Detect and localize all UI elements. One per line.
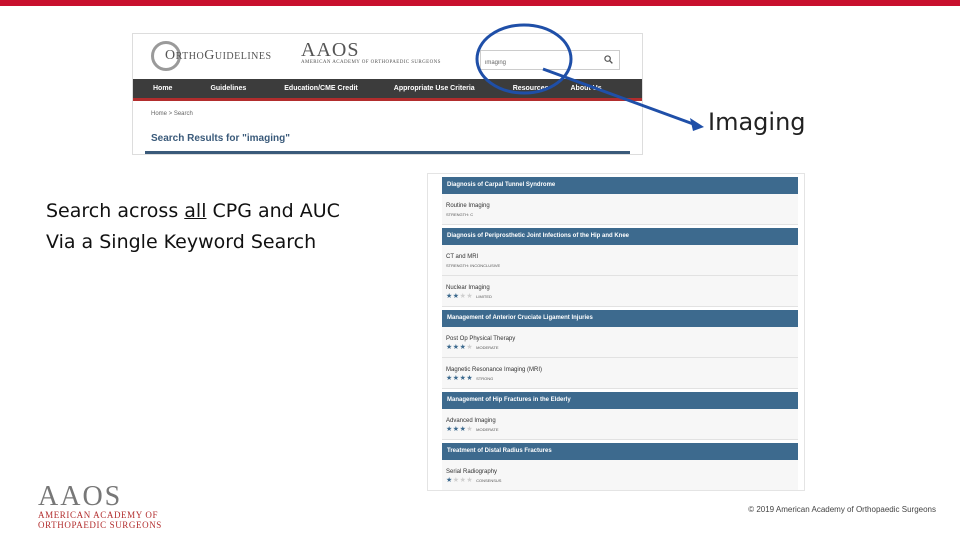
strength-stars: ★★★★ <box>446 343 473 352</box>
result-item-meta: ★★★★ MODERATE <box>446 343 798 352</box>
aaos-footer-subtitle-2: Orthopaedic Surgeons <box>38 520 162 530</box>
orthoguidelines-logo[interactable]: OrthoGuidelines <box>151 40 271 72</box>
aaos-header-subtitle: American Academy of Orthopaedic Surgeons <box>301 60 441 65</box>
result-item-title[interactable]: Serial Radiography <box>446 468 798 476</box>
star-icon: ★ <box>452 344 460 351</box>
result-item[interactable]: Routine Imaging STRENGTH: C <box>442 194 798 225</box>
result-item-meta: ★★★★ CONSENSUS <box>446 476 798 485</box>
star-icon: ★ <box>466 477 474 484</box>
result-item[interactable]: Nuclear Imaging ★★★★ LIMITED <box>442 276 798 307</box>
orthoguidelines-screenshot: OrthoGuidelines AAOS American Academy of… <box>132 33 643 155</box>
result-item[interactable]: CT and MRI STRENGTH: INCONCLUSIVE <box>442 245 798 276</box>
nav-about[interactable]: About Us <box>570 79 601 98</box>
search-results-title: Search Results for "imaging" <box>151 133 290 144</box>
result-item[interactable]: Advanced Imaging ★★★★ MODERATE <box>442 409 798 440</box>
result-item-title[interactable]: Nuclear Imaging <box>446 284 798 292</box>
star-icon: ★ <box>466 426 474 433</box>
aaos-header-logo[interactable]: AAOS American Academy of Orthopaedic Sur… <box>301 40 441 66</box>
breadcrumb[interactable]: Home > Search <box>151 111 193 117</box>
headline-line-2: Via a Single Keyword Search <box>46 231 317 253</box>
star-icon: ★ <box>466 293 474 300</box>
search-input[interactable] <box>481 54 591 72</box>
result-item-strength: STRENGTH: C <box>446 212 474 217</box>
result-item-title[interactable]: CT and MRI <box>446 253 798 261</box>
result-item-title[interactable]: Post Op Physical Therapy <box>446 335 798 343</box>
strength-stars: ★★★★ <box>446 425 473 434</box>
nav-guidelines[interactable]: Guidelines <box>210 79 246 98</box>
result-item[interactable]: Serial Radiography ★★★★ CONSENSUS <box>442 460 798 490</box>
star-icon: ★ <box>452 375 460 382</box>
nav-auc[interactable]: Appropriate Use Criteria <box>394 79 475 98</box>
result-item-strength: LIMITED <box>476 294 492 299</box>
star-icon: ★ <box>446 426 453 433</box>
site-nav: Home Guidelines Education/CME Credit App… <box>133 79 642 101</box>
result-item[interactable]: Magnetic Resonance Imaging (MRI) ★★★★ STRO… <box>442 358 798 389</box>
result-item[interactable]: Post Op Physical Therapy ★★★★ MODERATE <box>442 327 798 358</box>
nav-home[interactable]: Home <box>153 79 172 98</box>
star-icon: ★ <box>446 293 453 300</box>
star-icon: ★ <box>446 375 453 382</box>
result-item-title[interactable]: Advanced Imaging <box>446 417 798 425</box>
strength-stars: ★★★★ <box>446 374 473 383</box>
result-item-strength: STRENGTH: INCONCLUSIVE <box>446 263 501 268</box>
result-group-heading[interactable]: Management of Hip Fractures in the Elder… <box>442 392 798 409</box>
result-item-strength: MODERATE <box>476 345 499 350</box>
aaos-footer-mark: AAOS <box>38 481 123 512</box>
result-group-heading[interactable]: Treatment of Distal Radius Fractures <box>442 443 798 460</box>
result-item-meta: ★★★★ LIMITED <box>446 292 798 301</box>
star-icon: ★ <box>466 375 474 382</box>
strength-stars: ★★★★ <box>446 292 473 301</box>
star-icon: ★ <box>446 477 453 484</box>
result-item-strength: MODERATE <box>476 427 499 432</box>
strength-stars: ★★★★ <box>446 476 473 485</box>
search-results-list: Diagnosis of Carpal Tunnel Syndrome Routi… <box>427 173 805 491</box>
result-item-strength: STRONG <box>476 376 494 381</box>
result-item-strength: CONSENSUS <box>476 478 502 483</box>
star-icon: ★ <box>452 426 460 433</box>
result-item-title[interactable]: Routine Imaging <box>446 202 798 210</box>
star-icon: ★ <box>452 477 460 484</box>
result-group-heading[interactable]: Diagnosis of Carpal Tunnel Syndrome <box>442 177 798 194</box>
annotation-arrowhead <box>690 118 704 131</box>
result-item-meta: ★★★★ STRONG <box>446 374 798 383</box>
aaos-footer-subtitle-1: American Academy of <box>38 510 159 520</box>
star-icon: ★ <box>446 344 453 351</box>
site-header: OrthoGuidelines AAOS American Academy of… <box>133 34 642 79</box>
orthoguidelines-logo-text: OrthoGuidelines <box>165 48 272 63</box>
search-icon[interactable] <box>604 55 613 64</box>
aaos-header-mark: AAOS <box>301 39 360 61</box>
top-accent-bar <box>0 0 960 6</box>
star-icon: ★ <box>466 344 474 351</box>
site-search-box[interactable] <box>480 50 620 72</box>
result-item-meta: STRENGTH: INCONCLUSIVE <box>446 261 798 270</box>
result-item-meta: STRENGTH: C <box>446 210 798 219</box>
star-icon: ★ <box>452 293 460 300</box>
result-item-title[interactable]: Magnetic Resonance Imaging (MRI) <box>446 366 798 374</box>
result-group-heading[interactable]: Diagnosis of Periprosthetic Joint Infect… <box>442 228 798 245</box>
nav-education[interactable]: Education/CME Credit <box>284 79 358 98</box>
aaos-footer-logo: AAOS American Academy of Orthopaedic Sur… <box>38 481 162 531</box>
site-divider <box>145 151 630 154</box>
nav-resources[interactable]: Resources <box>513 79 549 98</box>
headline-line-1: Search across all CPG and AUC <box>46 200 340 222</box>
result-group-heading[interactable]: Management of Anterior Cruciate Ligament… <box>442 310 798 327</box>
result-item-meta: ★★★★ MODERATE <box>446 425 798 434</box>
slide-headline: Search across all CPG and AUC Via a Sing… <box>46 196 340 258</box>
copyright-notice: © 2019 American Academy of Orthopaedic S… <box>748 505 936 514</box>
annotation-label: Imaging <box>708 108 806 136</box>
